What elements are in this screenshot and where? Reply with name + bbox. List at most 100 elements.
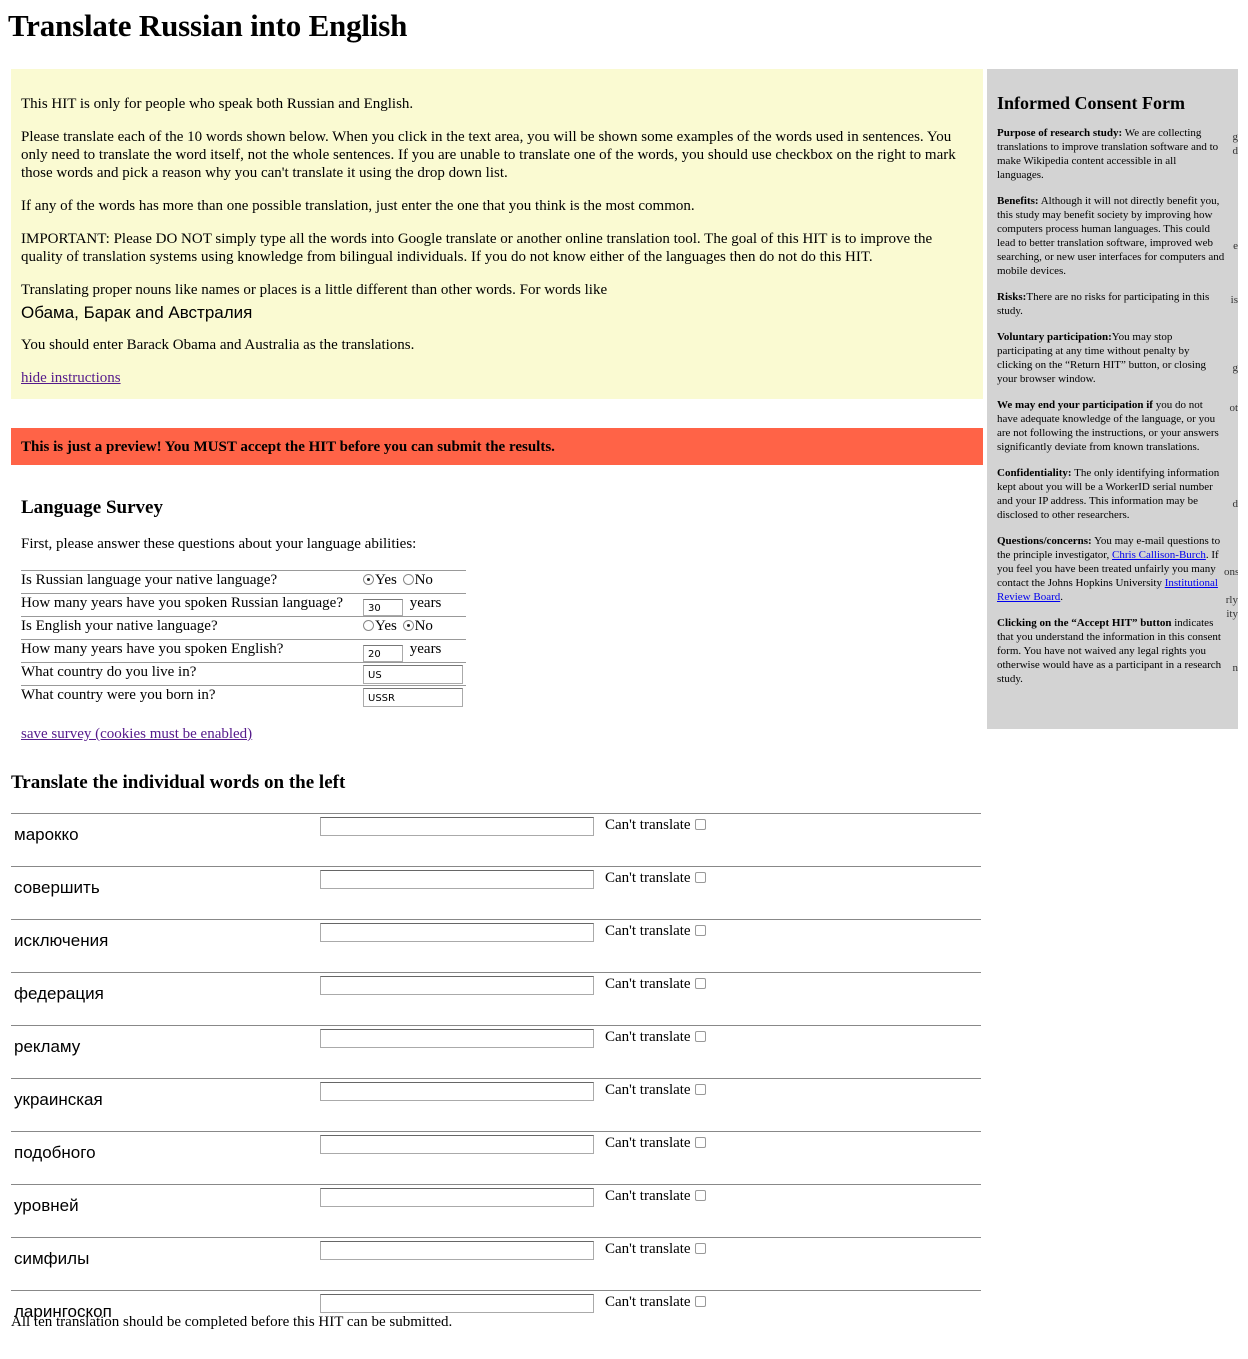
clipped-text-fragment: ot xyxy=(1229,402,1238,414)
yes-label: Yes xyxy=(375,618,397,634)
survey-question: How many years have you spoken Russian l… xyxy=(21,593,363,617)
cant-translate-cell: Can't translate xyxy=(605,919,981,973)
consent-accept: Clicking on the “Accept HIT” button indi… xyxy=(997,617,1222,685)
cant-translate-checkbox[interactable] xyxy=(694,1137,706,1148)
translation-row: федерация Can't translate xyxy=(11,972,981,1026)
years-label: years xyxy=(409,595,442,611)
instructions-paragraph: Please translate each of the 10 words sh… xyxy=(21,129,956,181)
translation-cell xyxy=(316,1237,605,1291)
translation-row: украинская Can't translate xyxy=(11,1078,981,1132)
translation-cell xyxy=(316,1025,605,1079)
translation-input[interactable] xyxy=(320,1029,594,1048)
country-live-input[interactable]: US xyxy=(363,665,463,684)
source-word: исключения xyxy=(11,919,316,973)
cant-translate-label: Can't translate xyxy=(605,1294,691,1310)
translation-row: подобного Can't translate xyxy=(11,1131,981,1185)
source-word: подобного xyxy=(11,1131,316,1185)
cant-translate-cell: Can't translate xyxy=(605,866,981,920)
clipped-text-fragment: rly xyxy=(1225,594,1238,606)
source-word: марокко xyxy=(11,813,316,867)
cant-translate-cell: Can't translate xyxy=(605,1131,981,1185)
cant-translate-checkbox[interactable] xyxy=(694,978,706,989)
cant-translate-checkbox[interactable] xyxy=(694,872,706,883)
q1-yes-radio[interactable] xyxy=(363,574,374,585)
cant-translate-checkbox[interactable] xyxy=(694,925,706,936)
survey-intro: First, please answer these questions abo… xyxy=(21,536,417,552)
translation-cell xyxy=(316,972,605,1026)
english-years-input[interactable]: 20 xyxy=(363,645,403,662)
translation-input[interactable] xyxy=(320,1294,594,1313)
cant-translate-cell: Can't translate xyxy=(605,813,981,867)
translation-input[interactable] xyxy=(320,870,594,889)
translation-input[interactable] xyxy=(320,1188,594,1207)
survey-title: Language Survey xyxy=(21,497,163,518)
survey-question: What country do you live in? xyxy=(21,662,363,686)
cant-translate-checkbox[interactable] xyxy=(694,1084,706,1095)
translation-input[interactable] xyxy=(320,1082,594,1101)
consent-purpose: Purpose of research study: We are collec… xyxy=(997,127,1219,181)
survey-row: How many years have you spoken English? … xyxy=(21,639,466,663)
investigator-link[interactable]: Chris Callison-Burch xyxy=(1112,549,1206,561)
cant-translate-cell: Can't translate xyxy=(605,1237,981,1291)
russian-years-input[interactable]: 30 xyxy=(363,599,403,616)
translation-row: рекламу Can't translate xyxy=(11,1025,981,1079)
source-word: рекламу xyxy=(11,1025,316,1079)
translation-cell xyxy=(316,813,605,867)
country-born-input[interactable]: USSR xyxy=(363,688,463,707)
consent-voluntary: Voluntary participation:You may stop par… xyxy=(997,331,1206,385)
cant-translate-label: Can't translate xyxy=(605,1135,691,1151)
cant-translate-label: Can't translate xyxy=(605,817,691,833)
translation-row: симфилы Can't translate xyxy=(11,1237,981,1291)
cant-translate-checkbox[interactable] xyxy=(694,1031,706,1042)
survey-table: Is Russian language your native language… xyxy=(21,570,466,708)
translation-input[interactable] xyxy=(320,976,594,995)
source-word: совершить xyxy=(11,866,316,920)
q1-no-radio[interactable] xyxy=(402,574,414,585)
cant-translate-cell: Can't translate xyxy=(605,972,981,1026)
translation-table: марокко Can't translate совершить Can't tra… xyxy=(11,813,981,1343)
clipped-text-fragment: ons xyxy=(1224,566,1238,578)
cant-translate-checkbox[interactable] xyxy=(694,1296,706,1307)
instructions-paragraph: Translating proper nouns like names or p… xyxy=(21,282,608,298)
translation-input[interactable] xyxy=(320,1241,594,1260)
translation-row: уровней Can't translate xyxy=(11,1184,981,1238)
survey-row: What country do you live in? US xyxy=(21,662,466,686)
cant-translate-checkbox[interactable] xyxy=(694,1190,706,1201)
cant-translate-label: Can't translate xyxy=(605,1029,691,1045)
cant-translate-label: Can't translate xyxy=(605,1188,691,1204)
translate-heading: Translate the individual words on the le… xyxy=(11,772,346,793)
q3-no-radio[interactable] xyxy=(402,620,414,631)
cant-translate-label: Can't translate xyxy=(605,1082,691,1098)
survey-question: How many years have you spoken English? xyxy=(21,639,363,663)
cant-translate-checkbox[interactable] xyxy=(694,819,706,830)
hide-instructions-link[interactable]: hide instructions xyxy=(21,370,121,386)
q3-yes-radio[interactable] xyxy=(363,620,374,631)
translation-input[interactable] xyxy=(320,1135,594,1154)
clipped-text-fragment: e xyxy=(1233,240,1238,252)
survey-row: What country were you born in? USSR xyxy=(21,685,466,708)
translation-row: исключения Can't translate xyxy=(11,919,981,973)
cant-translate-cell: Can't translate xyxy=(605,1184,981,1238)
instructions-paragraph: This HIT is only for people who speak bo… xyxy=(21,96,414,112)
cant-translate-checkbox[interactable] xyxy=(694,1243,706,1254)
translation-input[interactable] xyxy=(320,923,594,942)
source-word: федерация xyxy=(11,972,316,1026)
clipped-text-fragment: g xyxy=(1232,362,1239,374)
survey-question: Is English your native language? xyxy=(21,616,363,640)
preview-warning-banner: This is just a preview! You MUST accept … xyxy=(11,428,983,465)
clipped-text-fragment: g xyxy=(1232,131,1239,143)
consent-confidentiality: Confidentiality: The only identifying in… xyxy=(997,467,1220,521)
cant-translate-cell: Can't translate xyxy=(605,1078,981,1132)
cant-translate-label: Can't translate xyxy=(605,923,691,939)
source-word: симфилы xyxy=(11,1237,316,1291)
translation-input[interactable] xyxy=(320,817,594,836)
survey-question: What country were you born in? xyxy=(21,685,363,708)
translation-cell xyxy=(316,919,605,973)
save-survey-link[interactable]: save survey (cookies must be enabled) xyxy=(21,726,252,743)
source-word: уровней xyxy=(11,1184,316,1238)
yes-label: Yes xyxy=(375,572,397,588)
page-title: Translate Russian into English xyxy=(8,8,408,43)
cant-translate-label: Can't translate xyxy=(605,1241,691,1257)
no-label: No xyxy=(414,618,433,634)
survey-question: Is Russian language your native language… xyxy=(21,570,363,594)
